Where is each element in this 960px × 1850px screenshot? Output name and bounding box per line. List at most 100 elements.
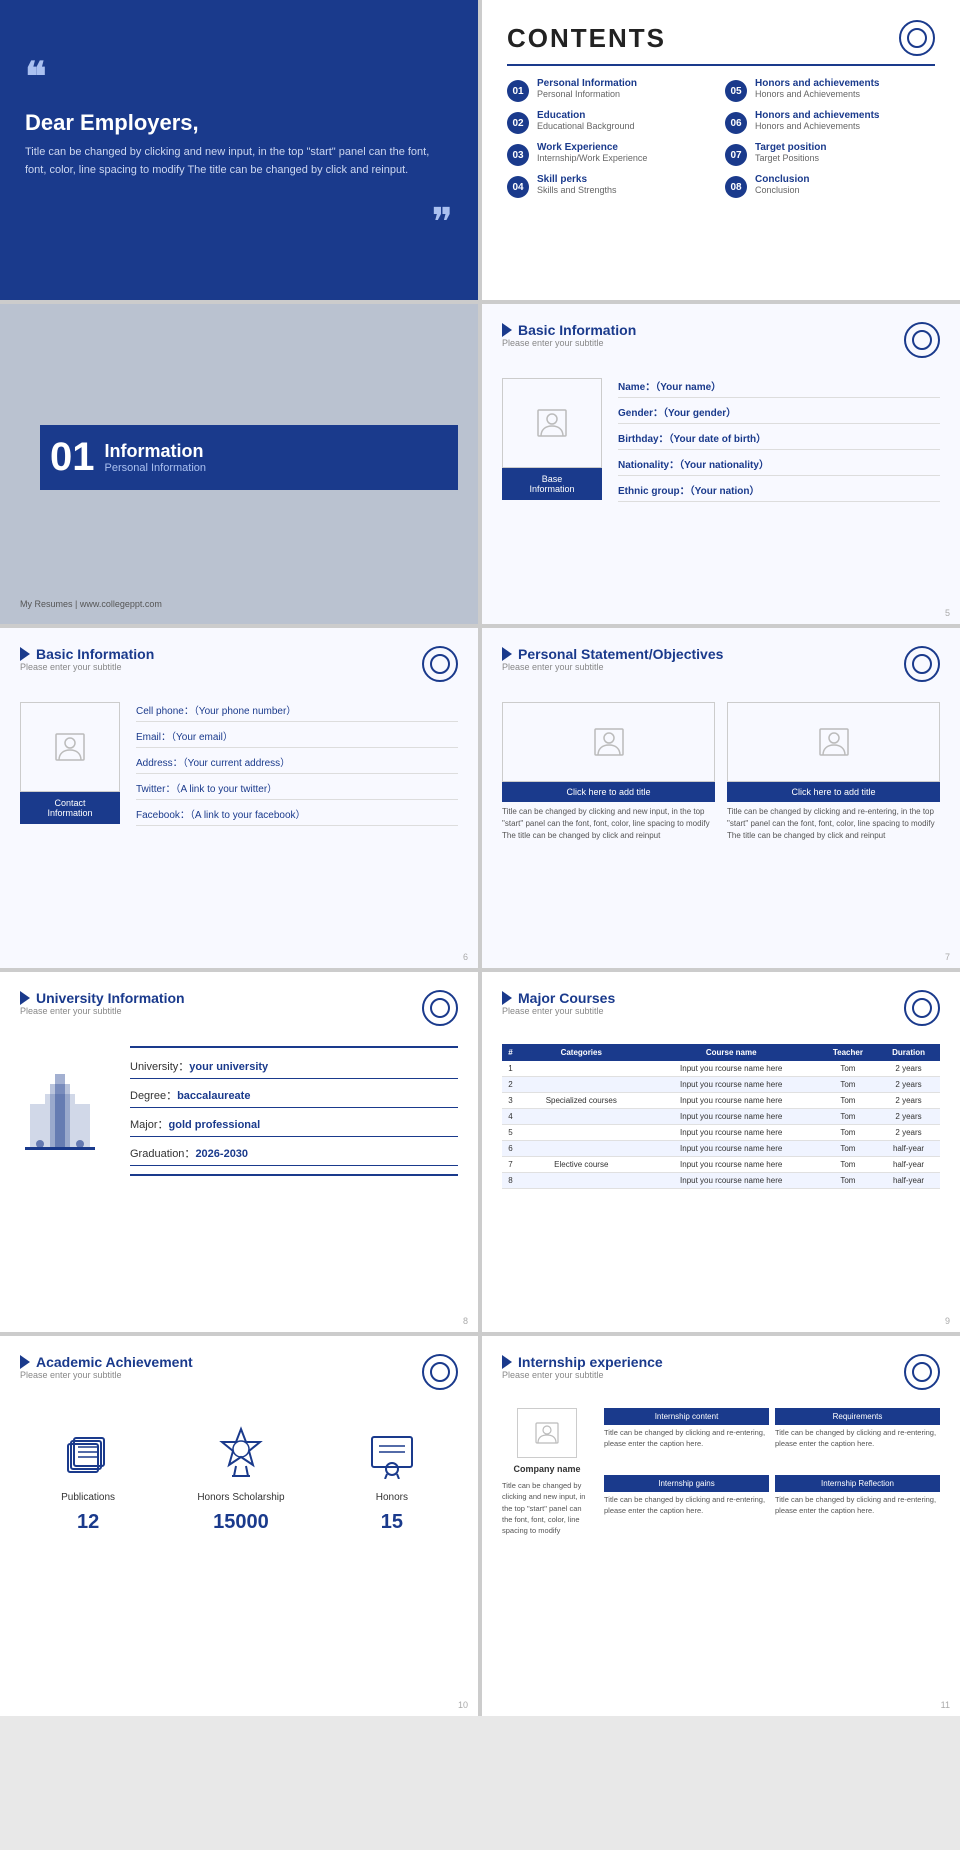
contact-content: ContactInformation Cell phone：（Your phon… (20, 702, 458, 832)
cover-left-panel: ❝ Dear Employers, Title can be changed b… (0, 0, 478, 300)
table-row: 6Input you rcourse name hereTomhalf-year (502, 1141, 940, 1157)
contact-photo-placeholder (20, 702, 120, 792)
university-logo (422, 990, 458, 1026)
contact-logo (422, 646, 458, 682)
slide1-number-box: 01 Information Personal Information (40, 425, 458, 490)
requirements-title: Requirements (775, 1408, 940, 1425)
quote-close-icon: ❞ (431, 201, 453, 245)
contents-item-sub-3: Internship/Work Experience (537, 153, 647, 163)
logo-icon (899, 20, 935, 56)
logo-inner-circle (907, 28, 927, 48)
academic-logo (422, 1354, 458, 1390)
statement-photo-1 (502, 702, 715, 782)
contents-title: CONTENTS (507, 23, 666, 54)
contents-item-sub-2: Educational Background (537, 121, 635, 131)
table-row: 7Elective courseInput you rcourse name h… (502, 1157, 940, 1173)
contents-item-2: 02 Education Educational Background (507, 110, 717, 134)
contact-phone: Cell phone：（Your phone number） (136, 702, 458, 722)
contact-email: Email：（Your email） (136, 728, 458, 748)
cert-icon (367, 1429, 417, 1484)
contents-panel: CONTENTS 01 Personal Information Persona… (482, 0, 960, 300)
statement-card-2: Click here to add title Title can be cha… (727, 702, 940, 846)
table-row: 8Input you rcourse name hereTomhalf-year (502, 1173, 940, 1189)
contact-facebook: Facebook：（A link to your facebook） (136, 806, 458, 826)
slide1-footer: My Resumes | www.collegeppt.com (0, 591, 478, 624)
table-row: 3Specialized coursesInput you rcourse na… (502, 1093, 940, 1109)
quote-marks: ❝ (25, 54, 453, 100)
contents-item-sub-4: Skills and Strengths (537, 185, 617, 195)
internship-box-content: Internship content Title can be changed … (604, 1408, 769, 1469)
info-fields: Name：（Your name） Gender：（Your gender） Bi… (618, 378, 940, 508)
internship-logo (904, 1354, 940, 1390)
contents-item-text-7: Target position Target Positions (755, 142, 826, 163)
requirements-text: Title can be changed by clicking and re-… (775, 1425, 940, 1452)
page-num-5: 5 (945, 608, 950, 618)
contents-num-7: 07 (725, 144, 747, 166)
university-title-group: University Information Please enter your… (20, 990, 185, 1030)
info-ethnic-field: Ethnic group：（Your nation） (618, 482, 940, 502)
internship-box-gains: Internship gains Title can be changed by… (604, 1475, 769, 1536)
uni-major: Major：gold professional (130, 1116, 458, 1137)
internship-subtitle: Please enter your subtitle (502, 1370, 663, 1380)
contents-item-text-2: Education Educational Background (537, 110, 635, 131)
statement-card-1: Click here to add title Title can be cha… (502, 702, 715, 846)
page-num-10: 10 (458, 1700, 468, 1710)
page-num-8: 8 (463, 1316, 468, 1326)
uni-degree: Degree：baccalaureate (130, 1087, 458, 1108)
reflection-text: Title can be changed by clicking and re-… (775, 1492, 940, 1519)
statement-title-group: Personal Statement/Objectives Please ent… (502, 646, 723, 686)
statement-header: Personal Statement/Objectives Please ent… (502, 646, 940, 686)
contents-item-text-1: Personal Information Personal Informatio… (537, 78, 637, 99)
statement-card-title-2[interactable]: Click here to add title (727, 782, 940, 802)
contents-item-3: 03 Work Experience Internship/Work Exper… (507, 142, 717, 166)
cover-body-text: Title can be changed by clicking and new… (25, 144, 453, 179)
statement-title: Personal Statement/Objectives (502, 646, 723, 662)
internship-box-requirements: Requirements Title can be changed by cli… (775, 1408, 940, 1469)
base-info-panel: Basic Information Please enter your subt… (482, 304, 960, 624)
university-subtitle: Please enter your subtitle (20, 1006, 185, 1016)
col-duration: Duration (877, 1044, 940, 1061)
internship-title-group: Internship experience Please enter your … (502, 1354, 663, 1394)
medal-icon (216, 1424, 266, 1484)
triangle-icon-statement (502, 647, 512, 661)
statement-card-title-1[interactable]: Click here to add title (502, 782, 715, 802)
base-info-header: Basic Information Please enter your subt… (502, 322, 940, 362)
page-num-9: 9 (945, 1316, 950, 1326)
publications-value: 12 (77, 1511, 99, 1534)
courses-title: Major Courses (502, 990, 615, 1006)
internship-content: Company name Title can be changed by cli… (502, 1408, 940, 1536)
contact-address: Address：（Your current address） (136, 754, 458, 774)
stat-publications: Publications 12 (61, 1429, 115, 1534)
statement-panel: Personal Statement/Objectives Please ent… (482, 628, 960, 968)
contents-item-7: 07 Target position Target Positions (725, 142, 935, 166)
courses-table: # Categories Course name Teacher Duratio… (502, 1044, 940, 1189)
honors-label: Honors (376, 1492, 408, 1503)
courses-header: Major Courses Please enter your subtitle (502, 990, 940, 1030)
statement-card-text-2: Title can be changed by clicking and re-… (727, 802, 940, 846)
photo-placeholder (502, 378, 602, 468)
contents-item-8: 08 Conclusion Conclusion (725, 174, 935, 198)
university-content: University：your university Degree：baccal… (20, 1046, 458, 1176)
contents-item-1: 01 Personal Information Personal Informa… (507, 78, 717, 102)
scholarship-value: 15000 (213, 1511, 269, 1534)
university-title: University Information (20, 990, 185, 1006)
contents-grid: 01 Personal Information Personal Informa… (507, 78, 935, 198)
statement-cards: Click here to add title Title can be cha… (502, 702, 940, 846)
internship-title: Internship experience (502, 1354, 663, 1370)
statement-subtitle: Please enter your subtitle (502, 662, 723, 672)
contents-item-sub-1: Personal Information (537, 89, 637, 99)
contents-item-heading-7: Target position (755, 142, 826, 153)
internship-header: Internship experience Please enter your … (502, 1354, 940, 1394)
contents-item-text-4: Skill perks Skills and Strengths (537, 174, 617, 195)
internship-boxes: Internship content Title can be changed … (604, 1408, 940, 1536)
cover-greeting: Dear Employers, (25, 110, 453, 136)
company-name: Company name (513, 1464, 580, 1474)
contents-item-sub-7: Target Positions (755, 153, 826, 163)
slide1-subtitle: Personal Information (105, 462, 207, 474)
uni-university: University：your university (130, 1058, 458, 1079)
courses-panel: Major Courses Please enter your subtitle… (482, 972, 960, 1332)
contents-item-5: 05 Honors and achievements Honors and Ac… (725, 78, 935, 102)
base-info-logo (904, 322, 940, 358)
triangle-icon-courses (502, 991, 512, 1005)
uni-graduation: Graduation：2026-2030 (130, 1145, 458, 1166)
